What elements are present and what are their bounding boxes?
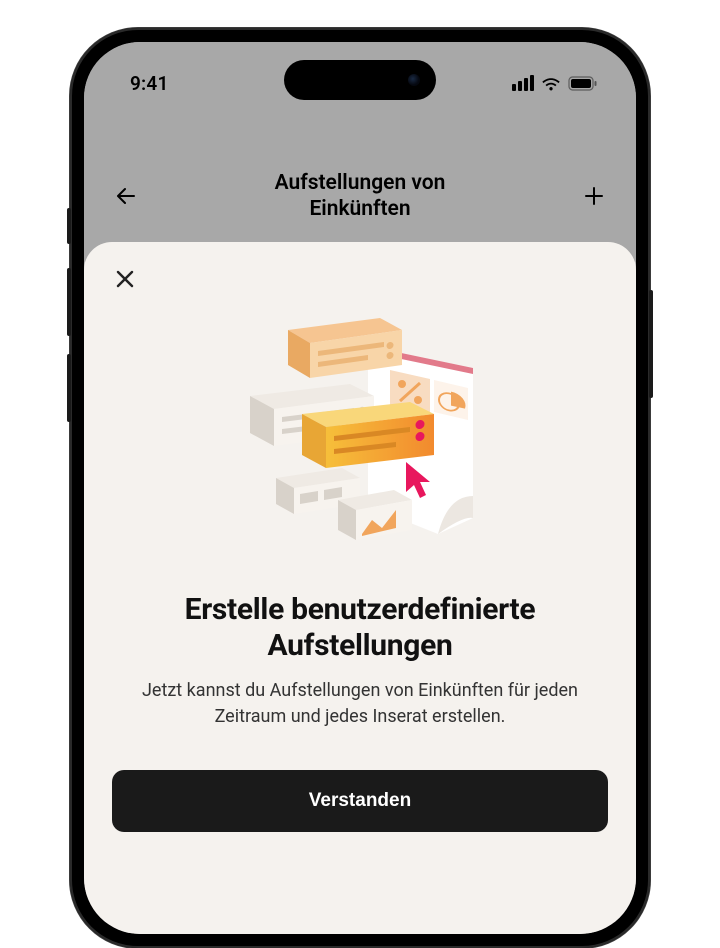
side-button bbox=[649, 290, 653, 398]
status-time: 9:41 bbox=[130, 72, 169, 95]
arrow-left-icon bbox=[114, 184, 138, 208]
add-button[interactable] bbox=[580, 182, 608, 210]
status-icons bbox=[512, 75, 598, 91]
sheet-description: Jetzt kannst du Aufstellungen von Einkün… bbox=[112, 678, 608, 730]
modal-sheet: Erstelle benutzerdefinierte Aufstellunge… bbox=[84, 242, 636, 934]
close-icon bbox=[116, 270, 134, 288]
wifi-icon bbox=[541, 76, 561, 91]
sheet-title: Erstelle benutzerdefinierte Aufstellunge… bbox=[112, 592, 608, 664]
screen: 9:41 bbox=[84, 42, 636, 934]
side-button bbox=[67, 208, 71, 244]
plus-icon bbox=[582, 184, 606, 208]
battery-icon bbox=[568, 76, 598, 91]
side-button bbox=[67, 268, 71, 336]
close-button[interactable] bbox=[112, 266, 138, 292]
camera-icon bbox=[408, 74, 420, 86]
nav-row: Aufstellungen von Einkünften bbox=[84, 170, 636, 223]
dynamic-island bbox=[284, 60, 436, 100]
reports-illustration bbox=[210, 306, 510, 566]
title-line-1: Aufstellungen von bbox=[275, 171, 446, 195]
title-line-2: Einkünften bbox=[309, 197, 410, 221]
back-button[interactable] bbox=[112, 182, 140, 210]
cellular-icon bbox=[512, 75, 534, 91]
confirm-button[interactable]: Verstanden bbox=[112, 770, 608, 832]
side-button bbox=[67, 354, 71, 422]
phone-frame: 9:41 bbox=[70, 28, 650, 948]
page-title: Aufstellungen von Einkünften bbox=[140, 170, 580, 223]
